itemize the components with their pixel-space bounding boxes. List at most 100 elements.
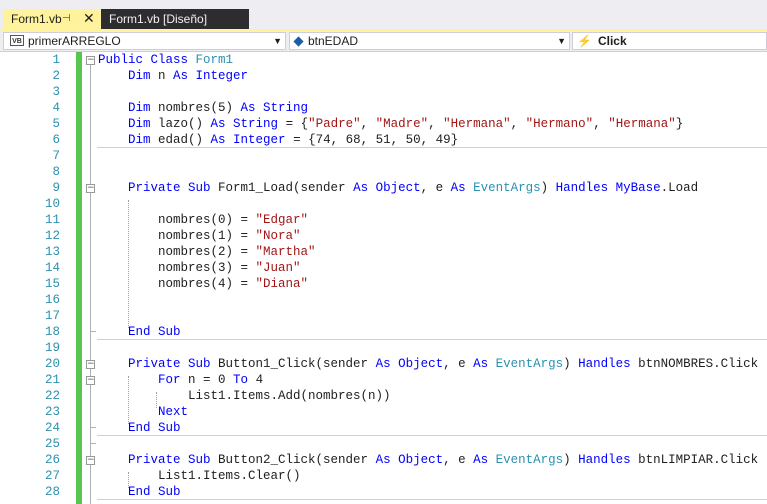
code-line[interactable]: 18 End Sub	[0, 324, 767, 340]
code-editor[interactable]: 1− Public Class Form1 2 Dim n As Integer 3 4…	[0, 52, 767, 504]
object-dropdown[interactable]: btnEDAD ▼	[289, 32, 570, 50]
collapse-toggle-icon[interactable]: −	[86, 456, 95, 465]
code-token: Button2_Click(sender	[210, 453, 376, 467]
code-line[interactable]: 8	[0, 164, 767, 180]
line-number: 11	[44, 213, 60, 227]
code-line[interactable]: 28 End Sub	[0, 484, 767, 500]
line-number: 21	[44, 373, 60, 387]
code-token: "Martha"	[255, 245, 316, 259]
code-line[interactable]: 2 Dim n As Integer	[0, 68, 767, 84]
code-line[interactable]: 1 − Public Class Form1	[0, 52, 767, 68]
code-token: Private Sub	[128, 453, 211, 467]
code-token: , e	[443, 357, 474, 371]
code-token: nombres(2) =	[98, 245, 256, 259]
tab-form1-design[interactable]: Form1.vb [Diseño]	[101, 9, 249, 31]
code-line[interactable]: 10	[0, 196, 767, 212]
code-token: nombres(0) =	[98, 213, 256, 227]
code-line[interactable]: 17	[0, 308, 767, 324]
code-line[interactable]: 20 − Private Sub Button1_Click(sender As …	[0, 356, 767, 372]
code-line[interactable]: 7	[0, 148, 767, 164]
code-line[interactable]: 4 Dim nombres(5) As String	[0, 100, 767, 116]
code-token: Form1_Load(sender	[210, 181, 354, 195]
project-dropdown[interactable]: VB primerARREGLO ▼	[3, 32, 286, 50]
code-token: edad()	[150, 133, 211, 147]
code-text: For n = 0 To 4	[98, 372, 263, 388]
collapse-toggle-icon[interactable]: −	[86, 360, 95, 369]
pin-icon[interactable]: ⊣	[62, 9, 71, 29]
code-token: List1.Items.Clear()	[98, 469, 301, 483]
project-name: primerARREGLO	[28, 34, 121, 48]
code-token: As	[473, 357, 496, 371]
code-line[interactable]: 15 nombres(4) = "Diana"	[0, 276, 767, 292]
code-line[interactable]: 13 nombres(2) = "Martha"	[0, 244, 767, 260]
collapse-toggle-icon[interactable]: −	[86, 184, 95, 193]
code-token: btnNOMBRES.Click	[630, 357, 759, 371]
code-token: As	[473, 453, 496, 467]
code-token: End Sub	[128, 325, 181, 339]
code-line[interactable]: 6 Dim edad() As Integer = {74, 68, 51, 5…	[0, 132, 767, 148]
code-line[interactable]: 25	[0, 436, 767, 452]
code-line[interactable]: 24 End Sub	[0, 420, 767, 436]
code-line[interactable]: 26 − Private Sub Button2_Click(sender As …	[0, 452, 767, 468]
line-number: 1	[52, 53, 60, 67]
code-line[interactable]: 23 Next	[0, 404, 767, 420]
code-text: End Sub	[98, 484, 181, 500]
code-token: , e	[443, 453, 474, 467]
line-number: 2	[52, 69, 60, 83]
code-line[interactable]: 14 nombres(3) = "Juan"	[0, 260, 767, 276]
code-token: nombres(3) =	[98, 261, 256, 275]
code-text: Dim nombres(5) As String	[98, 100, 308, 116]
line-number: 23	[44, 405, 60, 419]
code-token: End Sub	[128, 421, 181, 435]
code-line[interactable]: 22 List1.Items.Add(nombres(n))	[0, 388, 767, 404]
tab-label: Form1.vb [Diseño]	[109, 12, 208, 26]
code-text: nombres(0) = "Edgar"	[98, 212, 308, 228]
code-line[interactable]: 27 List1.Items.Clear()	[0, 468, 767, 484]
collapse-toggle-icon[interactable]: −	[86, 376, 95, 385]
code-token: EventArgs	[495, 357, 564, 371]
line-number: 5	[52, 117, 60, 131]
tab-form1-vb[interactable]: Form1.vb ⊣ ✕	[3, 9, 101, 31]
code-line[interactable]: 21 − For n = 0 To 4	[0, 372, 767, 388]
code-token: As String	[210, 117, 279, 131]
code-line[interactable]: 9 − Private Sub Form1_Load(sender As Obje…	[0, 180, 767, 196]
code-token: = {74, 68, 51, 50, 49}	[285, 133, 459, 147]
code-token: "Hermana"	[443, 117, 511, 131]
code-token: = {	[278, 117, 309, 131]
code-line[interactable]: 12 nombres(1) = "Nora"	[0, 228, 767, 244]
code-text: List1.Items.Clear()	[98, 468, 301, 484]
line-number: 9	[52, 181, 60, 195]
code-text: nombres(1) = "Nora"	[98, 228, 301, 244]
tab-label: Form1.vb	[11, 12, 62, 26]
code-line[interactable]: 16	[0, 292, 767, 308]
code-text: Private Sub Button1_Click(sender As Obje…	[98, 356, 758, 372]
code-line[interactable]: 3	[0, 84, 767, 100]
member-dropdown[interactable]: ⚡ Click	[572, 32, 767, 50]
line-number: 6	[52, 133, 60, 147]
code-token: "Hermana"	[608, 117, 676, 131]
code-token: ,	[593, 117, 609, 131]
chevron-down-icon: ▼	[273, 36, 282, 46]
code-text: nombres(2) = "Martha"	[98, 244, 316, 260]
code-token: lazo()	[150, 117, 211, 131]
code-line[interactable]: 5 Dim lazo() As String = {"Padre", "Madr…	[0, 116, 767, 132]
code-token: btnLIMPIAR.Click	[630, 453, 759, 467]
close-icon[interactable]: ✕	[83, 8, 95, 28]
code-token: As Object	[353, 181, 421, 195]
code-token: 4	[248, 373, 264, 387]
code-token: Handles	[578, 453, 631, 467]
code-token: "Hermano"	[525, 117, 594, 131]
line-number: 7	[52, 149, 60, 163]
line-number: 15	[44, 277, 60, 291]
collapse-toggle-icon[interactable]: −	[86, 56, 95, 65]
vb-project-icon: VB	[10, 35, 24, 46]
code-token: EventArgs	[495, 453, 564, 467]
code-line[interactable]: 19	[0, 340, 767, 356]
code-token: Handles	[578, 357, 631, 371]
line-number: 27	[44, 469, 60, 483]
code-token: To	[233, 373, 249, 387]
code-line[interactable]: 11 nombres(0) = "Edgar"	[0, 212, 767, 228]
